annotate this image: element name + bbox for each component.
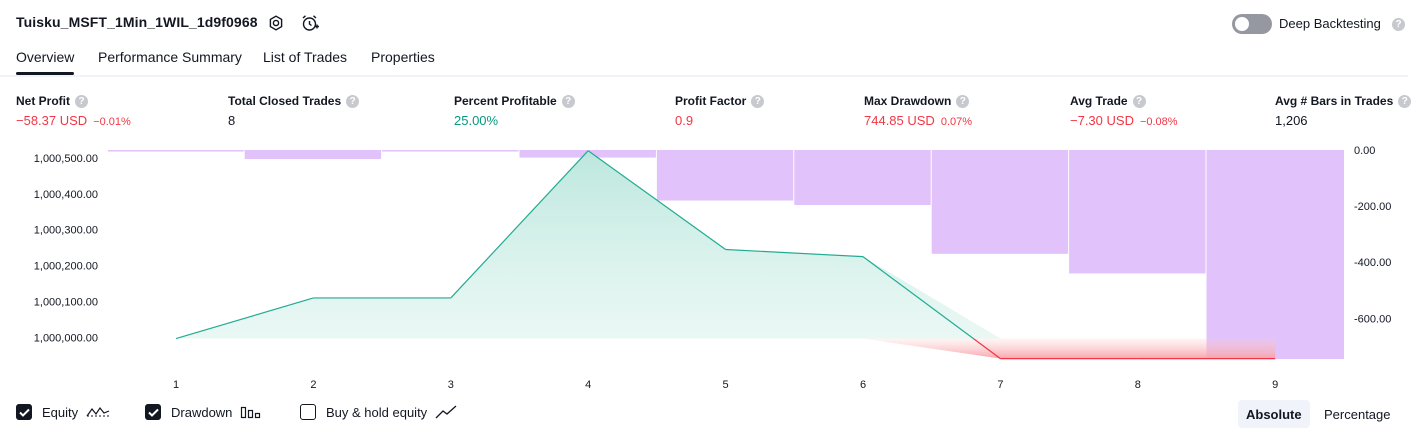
- drawdown-bar: [244, 150, 382, 159]
- drawdown-bars-icon: [241, 406, 261, 419]
- x-axis-tick-label: 6: [860, 379, 866, 391]
- legend-drawdown[interactable]: Drawdown: [145, 404, 262, 420]
- help-icon[interactable]: ?: [75, 95, 88, 109]
- tab-overview[interactable]: Overview: [16, 49, 75, 75]
- drawdown-bar: [382, 150, 519, 152]
- mode-absolute[interactable]: Absolute: [1238, 400, 1310, 428]
- drawdown-bar: [108, 150, 244, 152]
- help-icon[interactable]: ?: [1392, 18, 1405, 31]
- metric-label: Percent Profitable: [454, 94, 557, 108]
- legend-buy-hold-equity[interactable]: Buy & hold equity: [300, 404, 457, 420]
- left-axis-tick-label: 1,000,100.00: [34, 297, 98, 309]
- checkbox-icon[interactable]: [300, 404, 316, 420]
- legend-equity[interactable]: Equity: [16, 404, 110, 420]
- toggle-knob: [1235, 17, 1249, 31]
- drawdown-bar: [1069, 150, 1206, 274]
- report-tabs: Overview Performance Summary List of Tra…: [0, 46, 1408, 77]
- check-icon[interactable]: [145, 404, 161, 420]
- metric-net-profit: Net Profit? −58.37 USD −0.01%: [16, 94, 131, 128]
- metric-label: Max Drawdown: [864, 94, 952, 108]
- metric-label: Net Profit: [16, 94, 70, 108]
- chart-legend: Equity Drawdown Buy & hold equity Absolu…: [0, 400, 1424, 430]
- mode-percentage[interactable]: Percentage: [1316, 400, 1399, 428]
- alarm-clock-add-icon[interactable]: [299, 12, 321, 34]
- help-icon[interactable]: ?: [1398, 95, 1412, 109]
- metric-label: Profit Factor: [675, 94, 747, 108]
- check-icon[interactable]: [16, 404, 32, 420]
- metric-avg-trade: Avg Trade? −7.30 USD −0.08%: [1070, 94, 1178, 128]
- left-axis-tick-label: 1,000,300.00: [34, 225, 98, 237]
- help-icon[interactable]: ?: [751, 95, 765, 109]
- metric-value: 1,206: [1275, 113, 1308, 129]
- metric-label: Total Closed Trades: [228, 94, 342, 108]
- metric-percent: −0.08%: [1139, 116, 1178, 129]
- buy-hold-line-icon: [435, 405, 457, 419]
- equity-line-icon: [86, 406, 110, 417]
- right-axis-tick-label: 0.00: [1354, 145, 1375, 157]
- metric-value: −7.30 USD: [1070, 113, 1134, 129]
- legend-label: Drawdown: [171, 404, 233, 420]
- metric-value: 25.00%: [454, 113, 499, 129]
- x-axis-tick-label: 4: [585, 379, 591, 391]
- x-axis-tick-label: 7: [997, 379, 1003, 391]
- drawdown-bar: [931, 150, 1069, 254]
- gear-icon[interactable]: [265, 12, 287, 34]
- x-axis-tick-label: 8: [1135, 379, 1141, 391]
- equity-loss-area: [176, 338, 1276, 359]
- deep-backtesting-label: Deep Backtesting: [1279, 16, 1381, 31]
- x-axis-tick-label: 1: [173, 379, 179, 391]
- x-axis: 1 2 3 4 5 6 7 8 9: [173, 379, 1278, 391]
- metric-total-closed-trades: Total Closed Trades? 8: [228, 94, 360, 129]
- metric-max-drawdown: Max Drawdown? 744.85 USD 0.07%: [864, 94, 972, 128]
- metric-value: 0.9: [675, 113, 694, 129]
- help-icon[interactable]: ?: [956, 95, 970, 109]
- legend-label: Buy & hold equity: [326, 404, 428, 420]
- metric-percent-profitable: Percent Profitable? 25.00%: [454, 94, 575, 128]
- tab-list-of-trades[interactable]: List of Trades: [263, 49, 347, 65]
- metric-percent: −0.01%: [93, 116, 131, 129]
- metric-profit-factor: Profit Factor? 0.9: [675, 94, 765, 129]
- deep-backtesting-toggle[interactable]: [1232, 14, 1272, 34]
- drawdown-bar: [656, 150, 794, 201]
- left-axis: 1,000,500.00 1,000,400.00 1,000,300.00 1,00…: [34, 153, 98, 345]
- legend-label: Equity: [42, 404, 79, 420]
- x-axis-tick-label: 2: [310, 379, 316, 391]
- left-axis-tick-label: 1,000,500.00: [34, 153, 98, 165]
- tab-performance-summary[interactable]: Performance Summary: [98, 49, 242, 65]
- drawdown-bar: [794, 150, 931, 205]
- right-axis: 0.00 -200.00 -400.00 -600.00: [1354, 145, 1391, 325]
- metric-label: Avg # Bars in Trades: [1275, 94, 1394, 108]
- help-icon[interactable]: ?: [1132, 95, 1146, 109]
- metric-avg-bars-in-trades: Avg # Bars in Trades? 1,206: [1275, 94, 1412, 129]
- equity-drawdown-chart[interactable]: 1,000,500.00 1,000,400.00 1,000,300.00 1,00…: [0, 140, 1424, 395]
- x-axis-tick-label: 5: [723, 379, 729, 391]
- tab-properties[interactable]: Properties: [371, 49, 435, 65]
- x-axis-tick-label: 3: [448, 379, 454, 391]
- strategy-header: Tuisku_MSFT_1Min_1WIL_1d9f0968 Deep Back…: [0, 0, 1424, 46]
- metric-value: 8: [228, 113, 236, 129]
- metric-value: 744.85 USD: [864, 113, 935, 129]
- left-axis-tick-label: 1,000,400.00: [34, 189, 98, 201]
- x-axis-tick-label: 9: [1272, 379, 1278, 391]
- right-axis-tick-label: -600.00: [1354, 313, 1391, 325]
- help-icon[interactable]: ?: [561, 95, 575, 109]
- help-icon[interactable]: ?: [346, 95, 360, 109]
- metric-label: Avg Trade: [1070, 94, 1128, 108]
- metric-value: −58.37 USD: [16, 113, 88, 129]
- strategy-name: Tuisku_MSFT_1Min_1WIL_1d9f0968: [16, 14, 258, 30]
- left-axis-tick-label: 1,000,000.00: [34, 332, 98, 344]
- left-axis-tick-label: 1,000,200.00: [34, 261, 98, 273]
- drawdown-bar: [1206, 150, 1344, 359]
- right-axis-tick-label: -400.00: [1354, 257, 1391, 269]
- metric-percent: 0.07%: [940, 116, 973, 129]
- right-axis-tick-label: -200.00: [1354, 201, 1391, 213]
